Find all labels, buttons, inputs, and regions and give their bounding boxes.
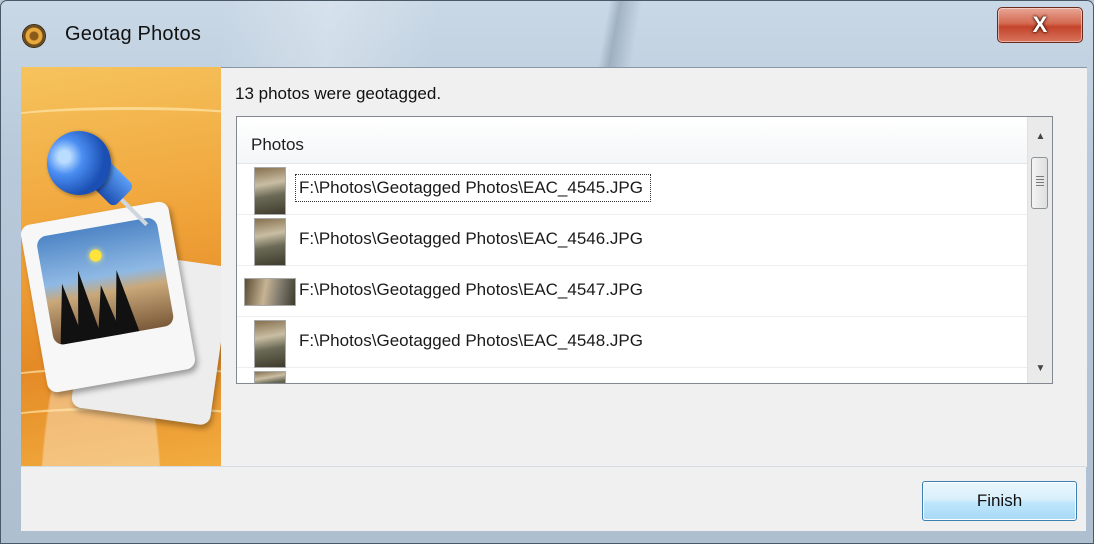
scroll-up-arrow-icon[interactable]: ▲ (1028, 123, 1052, 149)
list-item[interactable] (237, 368, 1027, 383)
geotag-app-icon (23, 25, 45, 47)
list-item[interactable]: F:\Photos\Geotagged Photos\EAC_4545.JPG (237, 164, 1027, 215)
close-button[interactable]: X (997, 7, 1083, 43)
column-header-label: Photos (251, 135, 304, 154)
status-message: 13 photos were geotagged. (235, 84, 442, 103)
photo-thumbnail (254, 320, 286, 368)
scrollbar-thumb[interactable] (1031, 157, 1048, 209)
landscape-photo-icon (35, 216, 175, 347)
photo-path: F:\Photos\Geotagged Photos\EAC_4548.JPG (299, 331, 643, 350)
photo-path: F:\Photos\Geotagged Photos\EAC_4545.JPG (295, 174, 651, 202)
grip-icon (1036, 176, 1044, 186)
column-header-photos[interactable]: Photos (237, 117, 1027, 164)
photo-frame-icon (21, 200, 197, 394)
scroll-down-arrow-icon[interactable]: ▼ (1028, 355, 1052, 381)
photos-list[interactable]: Photos F:\Photos\Geotagged Photos\EAC_45… (236, 116, 1053, 384)
banner-illustration (21, 67, 221, 466)
list-item[interactable]: F:\Photos\Geotagged Photos\EAC_4546.JPG (237, 215, 1027, 266)
list-item[interactable]: F:\Photos\Geotagged Photos\EAC_4547.JPG (237, 266, 1027, 317)
close-icon: X (1032, 12, 1048, 37)
photo-path: F:\Photos\Geotagged Photos\EAC_4547.JPG (299, 280, 643, 299)
window-title: Geotag Photos (65, 23, 202, 45)
photo-path: F:\Photos\Geotagged Photos\EAC_4546.JPG (299, 229, 643, 248)
list-item[interactable]: F:\Photos\Geotagged Photos\EAC_4548.JPG (237, 317, 1027, 368)
photo-thumbnail (254, 167, 286, 215)
photo-thumbnail (254, 218, 286, 266)
vertical-scrollbar[interactable]: ▲ ▼ (1027, 117, 1052, 383)
sun-icon (88, 248, 103, 263)
finish-button[interactable]: Finish (922, 481, 1077, 521)
photo-rows: F:\Photos\Geotagged Photos\EAC_4545.JPG … (237, 164, 1027, 383)
banner-wave (21, 107, 221, 130)
photo-thumbnail (254, 371, 286, 383)
photo-thumbnail (244, 278, 296, 306)
